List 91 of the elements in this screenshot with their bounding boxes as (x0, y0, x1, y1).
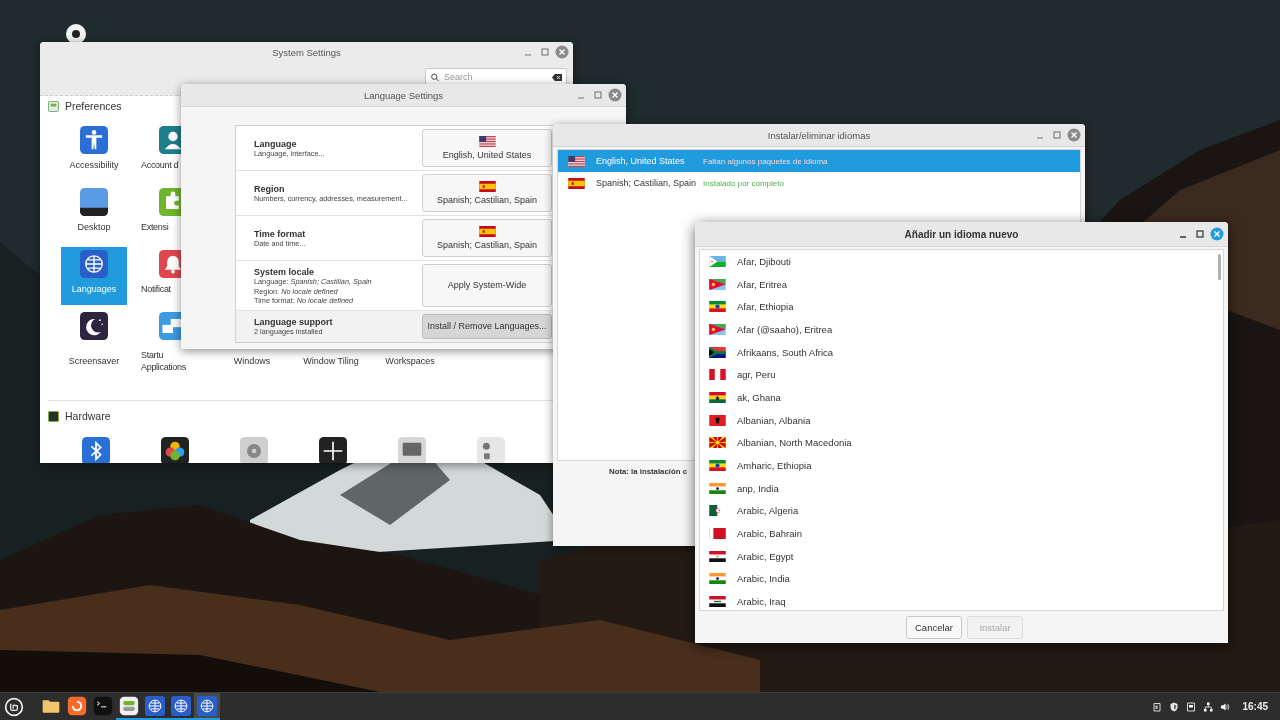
setting-label: Region (254, 184, 286, 195)
flag-icon (709, 369, 726, 381)
moon-icon (80, 312, 108, 340)
flag-icon (709, 278, 726, 290)
flag-icon (709, 550, 726, 562)
bluetooth-icon[interactable] (82, 437, 110, 463)
flag-icon (709, 528, 726, 540)
maximize-button[interactable] (1193, 227, 1207, 241)
flag-icon (709, 573, 726, 585)
language-option[interactable]: anp, India (737, 482, 779, 494)
language-option[interactable]: Amharic, Ethiopia (737, 460, 812, 472)
language-option[interactable]: Arabic, Egypt (737, 550, 794, 562)
color-icon[interactable] (161, 437, 189, 463)
clipboard-icon[interactable] (1151, 700, 1164, 713)
section-title: Preferences (65, 100, 122, 112)
setting-label: System locale (254, 267, 316, 277)
flag-icon (709, 482, 726, 494)
window-title: Instalar/eliminar idiomas (767, 129, 871, 141)
close-button[interactable] (555, 45, 569, 59)
menu-icon[interactable] (4, 696, 24, 717)
setting-label: Language support (254, 317, 334, 328)
install-status: Faltan algunos paquetes de idioma (703, 156, 828, 166)
flag-icon (478, 136, 496, 147)
close-button[interactable] (1210, 227, 1224, 241)
locale-button[interactable]: Apply System-Wide (422, 264, 552, 307)
language-option[interactable]: Afar (@saaho), Eritrea (737, 323, 833, 335)
language-option[interactable]: ak, Ghana (737, 391, 781, 403)
section-icon (48, 100, 59, 112)
flag-icon (478, 181, 496, 192)
flag-icon (709, 596, 726, 608)
flag-icon (568, 177, 585, 189)
language-option[interactable]: Albanian, Albania (737, 414, 811, 426)
window-title: Language Settings (363, 89, 444, 101)
cancel-button[interactable]: Cancelar (906, 616, 962, 639)
flag-icon (709, 323, 726, 335)
language-option[interactable]: Afar, Eritrea (737, 278, 788, 290)
clear-icon[interactable] (552, 72, 562, 82)
desktop-icon (80, 188, 108, 216)
flag-icon (709, 346, 726, 358)
window-icon[interactable] (1185, 700, 1198, 713)
taskbar-app[interactable] (142, 693, 168, 720)
globe-icon (80, 250, 108, 278)
locale-button[interactable]: Spanish; Castilian, Spain (422, 174, 552, 212)
close-button[interactable] (608, 88, 622, 102)
terminal-icon (93, 695, 113, 716)
monitor-icon[interactable] (398, 437, 426, 463)
person-icon (80, 126, 108, 154)
window-title: System Settings (272, 46, 341, 58)
window-title: Añadir un idioma nuevo (904, 228, 1019, 240)
flag-icon (709, 460, 726, 472)
search-icon (430, 72, 440, 82)
setting-label: Time format (254, 229, 307, 240)
globe-icon (197, 695, 217, 716)
globe-icon (145, 695, 165, 716)
section-title: Hardware (65, 410, 111, 422)
settings-item[interactable]: Desktop (61, 185, 127, 243)
language-option[interactable]: agr, Peru (737, 369, 776, 381)
language-option[interactable]: Albanian, North Macedonia (737, 437, 852, 449)
toggle-icon (119, 695, 139, 716)
flag-icon (709, 414, 726, 426)
language-option[interactable]: Afar, Ethiopia (737, 301, 794, 313)
settings-item[interactable]: Accessibility (61, 123, 127, 181)
flag-icon (709, 301, 726, 313)
scrollbar-thumb[interactable] (1218, 254, 1221, 280)
language-option[interactable]: Afrikaans, South Africa (737, 346, 834, 358)
globe-icon (171, 695, 191, 716)
language-option[interactable]: Afar, Djibouti (737, 255, 791, 267)
taskbar-app[interactable] (194, 693, 220, 720)
locale-button[interactable]: Install / Remove Languages... (422, 313, 552, 339)
clock[interactable]: 16:45 (1242, 701, 1268, 712)
language-option[interactable]: Arabic, Bahrain (737, 528, 802, 540)
language-option[interactable]: Arabic, Algeria (737, 505, 799, 517)
section-icon (48, 410, 59, 422)
install-status: Instalado por completo (703, 178, 784, 188)
flag-icon (568, 155, 585, 167)
flag-icon (709, 437, 726, 449)
settings-item[interactable]: Screensaver (61, 309, 127, 377)
locale-button[interactable]: Spanish; Castilian, Spain (422, 219, 552, 257)
language-option[interactable]: Arabic, Iraq (737, 596, 786, 608)
locale-button[interactable]: English, United States (422, 129, 552, 167)
language-name: English, United States (596, 156, 686, 166)
setting-label: Language (254, 139, 298, 150)
shield-icon[interactable] (1168, 700, 1181, 713)
language-row[interactable]: Spanish; Castilian, Spain Instalado por completo (558, 172, 1080, 194)
network-icon[interactable] (1202, 700, 1215, 713)
flag-icon (478, 226, 496, 237)
flag-icon (709, 391, 726, 403)
close-button[interactable] (1067, 128, 1081, 142)
language-option[interactable]: Arabic, India (737, 573, 790, 585)
flag-icon (709, 255, 726, 267)
browser-icon (67, 695, 87, 716)
